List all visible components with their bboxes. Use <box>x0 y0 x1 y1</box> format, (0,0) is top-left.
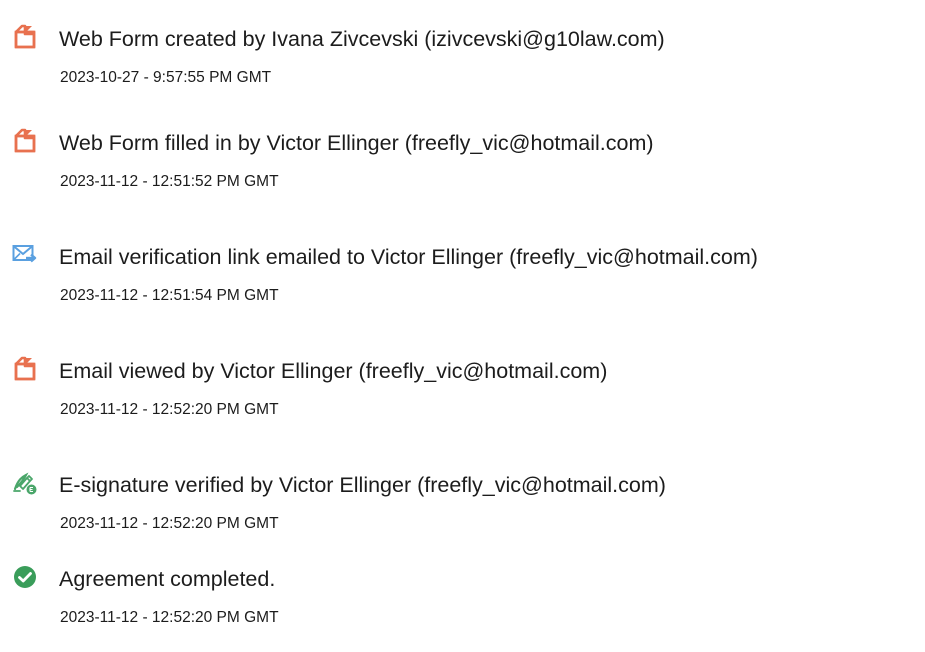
document-created-icon <box>12 356 38 382</box>
email-sent-icon <box>12 242 38 268</box>
event-description: Web Form created by Ivana Zivcevski (izi… <box>59 27 665 51</box>
esignature-icon <box>12 470 38 496</box>
event-timestamp: 2023-11-12 - 12:52:20 PM GMT <box>60 515 279 532</box>
event-timestamp: 2023-11-12 - 12:52:20 PM GMT <box>60 401 279 418</box>
event-timestamp: 2023-10-27 - 9:57:55 PM GMT <box>60 69 272 86</box>
event-description: Email verification link emailed to Victo… <box>59 245 758 269</box>
event-description: Email viewed by Victor Ellinger (freefly… <box>59 359 608 383</box>
event-timestamp: 2023-11-12 - 12:52:20 PM GMT <box>60 609 279 626</box>
event-timestamp: 2023-11-12 - 12:51:54 PM GMT <box>60 287 279 304</box>
event-timestamp: 2023-11-12 - 12:51:52 PM GMT <box>60 173 279 190</box>
event-description: E-signature verified by Victor Ellinger … <box>59 473 666 497</box>
check-circle-icon <box>12 564 38 590</box>
document-created-icon <box>12 128 38 154</box>
event-description: Agreement completed. <box>59 567 276 591</box>
document-created-icon <box>12 24 38 50</box>
event-description: Web Form filled in by Victor Ellinger (f… <box>59 131 654 155</box>
